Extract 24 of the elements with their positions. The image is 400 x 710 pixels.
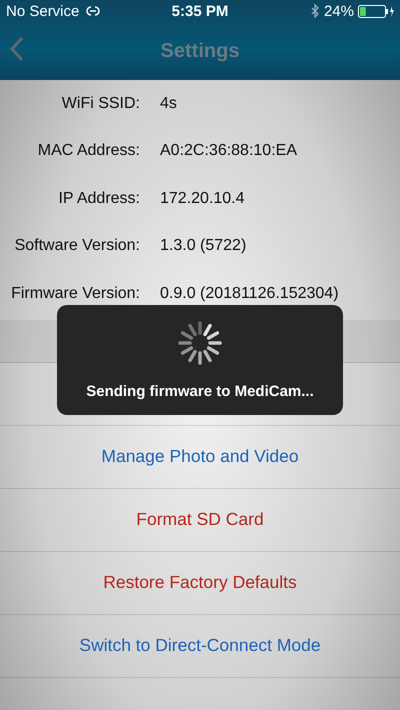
info-label: Firmware Version: <box>10 284 141 303</box>
info-value: 1.3.0 (5722) <box>160 237 246 256</box>
bluetooth-icon <box>310 4 320 18</box>
action-button[interactable]: Format SD Card <box>136 509 264 530</box>
battery-icon <box>358 4 394 18</box>
action-button[interactable]: Switch to Direct-Connect Mode <box>79 635 321 656</box>
info-label: MAC Address: <box>36 142 141 160</box>
info-value: A0:2C:36:88:10:EA <box>160 142 297 160</box>
info-value: 172.20.10.4 <box>160 190 245 208</box>
link-icon <box>85 5 102 17</box>
spinner-icon <box>178 320 222 364</box>
battery-percent: 24% <box>324 2 354 20</box>
info-label: Software Version: <box>14 237 141 256</box>
action-button[interactable]: Restore Factory Defaults <box>103 572 297 593</box>
info-value: 0.9.0 (20181126.152304) <box>160 284 339 303</box>
time-text: 5:35 PM <box>172 2 228 20</box>
page-title: Settings <box>160 40 240 62</box>
info-label: WiFi SSID: <box>60 94 141 113</box>
hud-message: Sending firmware to MediCam... <box>86 382 314 400</box>
info-label: IP Address: <box>57 190 141 208</box>
info-value: 4s <box>160 94 177 113</box>
back-icon[interactable] <box>10 36 24 62</box>
action-button[interactable]: Manage Photo and Video <box>101 446 299 467</box>
carrier-text: No Service <box>6 2 80 20</box>
